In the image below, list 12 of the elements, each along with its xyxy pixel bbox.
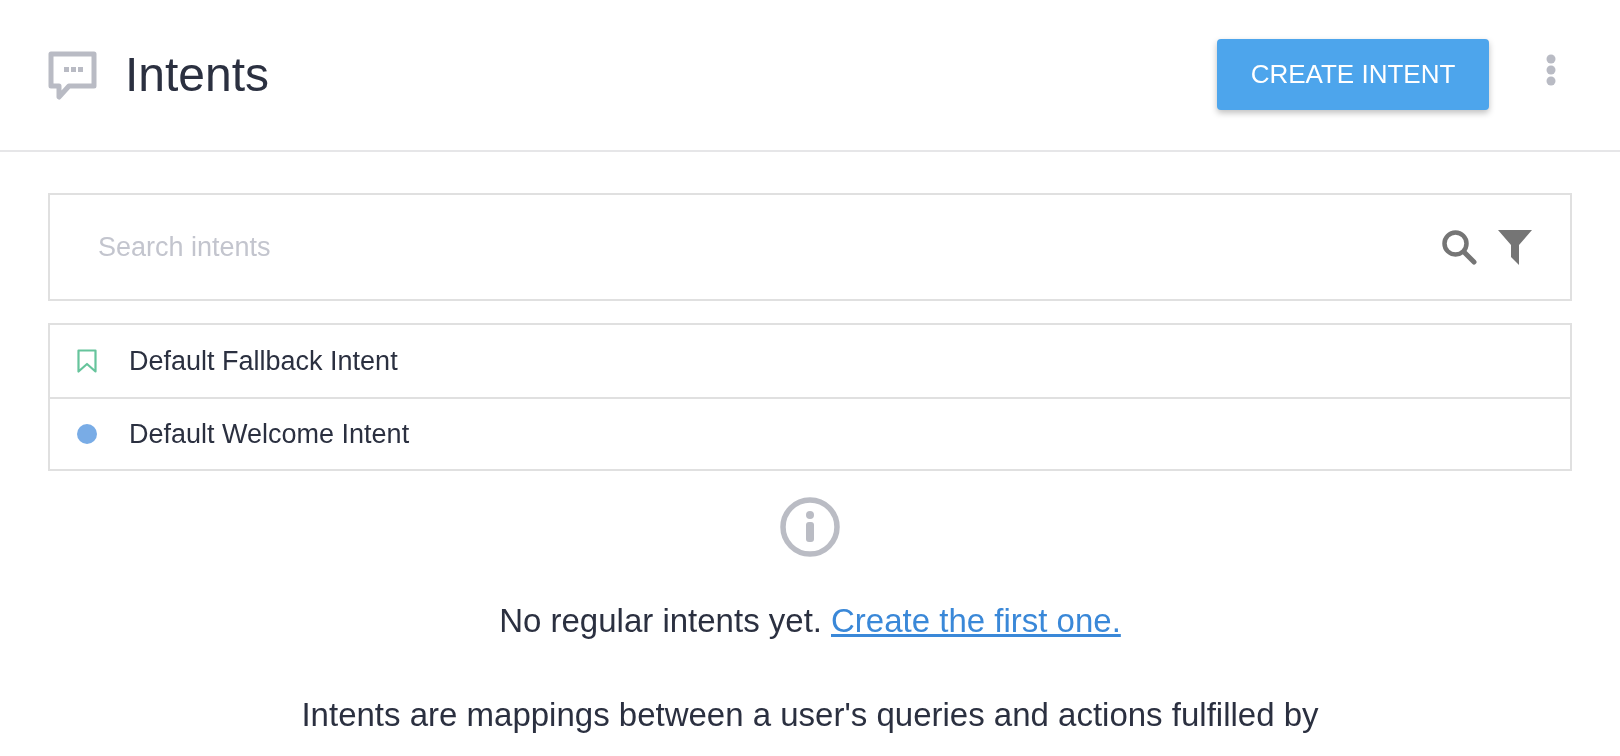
intent-list-item[interactable]: Default Fallback Intent xyxy=(50,325,1570,397)
chat-bubble-icon xyxy=(48,50,97,100)
search-field[interactable]: Search intents xyxy=(48,193,1572,301)
empty-state-message: No regular intents yet. xyxy=(499,601,822,641)
info-icon xyxy=(780,497,840,557)
search-input[interactable]: Search intents xyxy=(98,227,1441,267)
filter-icon[interactable] xyxy=(1498,229,1532,265)
create-first-intent-link[interactable]: Create the first one. xyxy=(831,600,1121,642)
search-icon[interactable] xyxy=(1441,229,1477,265)
intent-list-item[interactable]: Default Welcome Intent xyxy=(50,397,1570,469)
page-title: Intents xyxy=(125,47,270,103)
description-text: Intents are mappings between a user's queries and actions fulfilled by xyxy=(301,695,1319,735)
